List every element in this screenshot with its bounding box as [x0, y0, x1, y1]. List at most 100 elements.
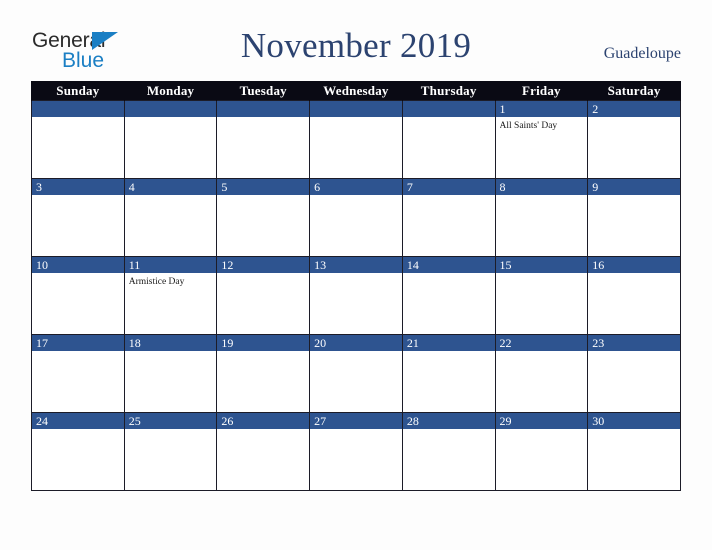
day-events [588, 429, 680, 432]
calendar-day-cell[interactable]: 13 [309, 256, 403, 335]
calendar-day-cell-empty[interactable] [401, 100, 496, 179]
calendar-day-cell[interactable]: 22 [494, 334, 589, 413]
calendar-grid: Sunday Monday Tuesday Wednesday Thursday… [31, 81, 681, 491]
day-events [125, 117, 217, 120]
calendar-day-cell-empty[interactable] [309, 100, 403, 179]
day-events [496, 429, 588, 432]
calendar-week-row: 3456789 [31, 178, 681, 257]
day-events [310, 273, 402, 276]
weekday-header-row: Sunday Monday Tuesday Wednesday Thursday… [31, 81, 681, 101]
calendar-day-cell[interactable]: 15 [494, 256, 589, 335]
day-events [217, 195, 309, 198]
day-events [403, 351, 495, 354]
day-number: 1 [495, 101, 588, 117]
calendar-day-cell[interactable]: 3 [31, 178, 125, 257]
day-number: 13 [310, 257, 402, 273]
day-events [125, 429, 217, 432]
day-events [217, 351, 309, 354]
calendar-day-cell[interactable]: 30 [587, 412, 681, 491]
day-events [403, 273, 495, 276]
calendar-day-cell[interactable]: 18 [123, 334, 218, 413]
day-events [32, 429, 124, 432]
calendar-day-cell[interactable]: 8 [494, 178, 589, 257]
calendar-day-cell[interactable]: 28 [401, 412, 496, 491]
day-events [496, 273, 588, 276]
day-number [310, 101, 402, 117]
calendar-day-cell[interactable]: 10 [31, 256, 125, 335]
calendar-day-cell[interactable]: 2 [587, 100, 681, 179]
calendar-day-cell[interactable]: 24 [31, 412, 125, 491]
day-number [217, 101, 310, 117]
calendar-day-cell[interactable]: 12 [216, 256, 311, 335]
calendar-day-cell[interactable]: 26 [216, 412, 311, 491]
day-events [588, 117, 680, 120]
calendar-day-cell-empty[interactable] [216, 100, 311, 179]
day-number: 12 [217, 257, 310, 273]
day-events [403, 117, 495, 120]
calendar-day-cell-empty[interactable] [123, 100, 218, 179]
calendar-day-cell[interactable]: 14 [401, 256, 496, 335]
day-events [217, 117, 309, 120]
day-number: 23 [588, 335, 680, 351]
day-number: 19 [217, 335, 310, 351]
day-number: 25 [124, 413, 217, 429]
day-events [310, 195, 402, 198]
calendar-day-cell-empty[interactable] [31, 100, 125, 179]
calendar-day-cell[interactable]: 20 [309, 334, 403, 413]
day-number [32, 101, 124, 117]
day-number: 17 [32, 335, 124, 351]
day-number: 22 [495, 335, 588, 351]
calendar-day-cell[interactable]: 11 Armistice Day [123, 256, 218, 335]
day-events [32, 351, 124, 354]
day-events [310, 429, 402, 432]
calendar-week-row: 10 11 Armistice Day 12 13 14 15 16 [31, 256, 681, 335]
day-number [402, 101, 495, 117]
calendar-day-cell[interactable]: 9 [587, 178, 681, 257]
day-number: 20 [310, 335, 402, 351]
day-number: 14 [402, 257, 495, 273]
location-label: Guadeloupe [603, 45, 681, 62]
calendar-day-cell[interactable]: 29 [494, 412, 589, 491]
calendar-day-cell[interactable]: 6 [309, 178, 403, 257]
calendar-day-cell[interactable]: 23 [587, 334, 681, 413]
day-events [310, 351, 402, 354]
weekday-header-sunday: Sunday [31, 81, 125, 101]
day-events [588, 351, 680, 354]
day-events [496, 351, 588, 354]
calendar-day-cell[interactable]: 16 [587, 256, 681, 335]
calendar-week-row: 24 25 26 27 28 29 30 [31, 412, 681, 491]
calendar-day-cell[interactable]: 7 [401, 178, 496, 257]
day-number: 24 [32, 413, 124, 429]
day-number: 6 [310, 179, 402, 195]
weekday-header-wednesday: Wednesday [309, 81, 403, 101]
calendar-header: Sunday Monday Tuesday Wednesday Thursday… [31, 81, 681, 101]
day-events [32, 195, 124, 198]
calendar-day-cell[interactable]: 19 [216, 334, 311, 413]
calendar-week-row: 1 All Saints' Day 2 [31, 100, 681, 179]
day-number: 9 [588, 179, 680, 195]
day-number: 3 [32, 179, 124, 195]
day-number [124, 101, 217, 117]
day-number: 26 [217, 413, 310, 429]
day-number: 2 [588, 101, 680, 117]
calendar-day-cell[interactable]: 21 [401, 334, 496, 413]
day-number: 18 [124, 335, 217, 351]
calendar-body: 1 All Saints' Day 2 3 4 5 6 7 8 9 10 11 Armistice Da… [31, 100, 681, 491]
calendar-day-cell[interactable]: 25 [123, 412, 218, 491]
calendar-day-cell[interactable]: 27 [309, 412, 403, 491]
page-header: General Blue November 2019 Guadeloupe [0, 0, 712, 80]
day-number: 11 [124, 257, 217, 273]
day-number: 10 [32, 257, 124, 273]
day-events [125, 195, 217, 198]
calendar-day-cell[interactable]: 17 [31, 334, 125, 413]
day-events [588, 195, 680, 198]
calendar-day-cell[interactable]: 1 All Saints' Day [494, 100, 589, 179]
calendar-day-cell[interactable]: 4 [123, 178, 218, 257]
day-events [588, 273, 680, 276]
day-events: All Saints' Day [496, 117, 588, 132]
weekday-header-thursday: Thursday [401, 81, 496, 101]
day-number: 29 [495, 413, 588, 429]
day-events [496, 195, 588, 198]
calendar-day-cell[interactable]: 5 [216, 178, 311, 257]
day-number: 4 [124, 179, 217, 195]
